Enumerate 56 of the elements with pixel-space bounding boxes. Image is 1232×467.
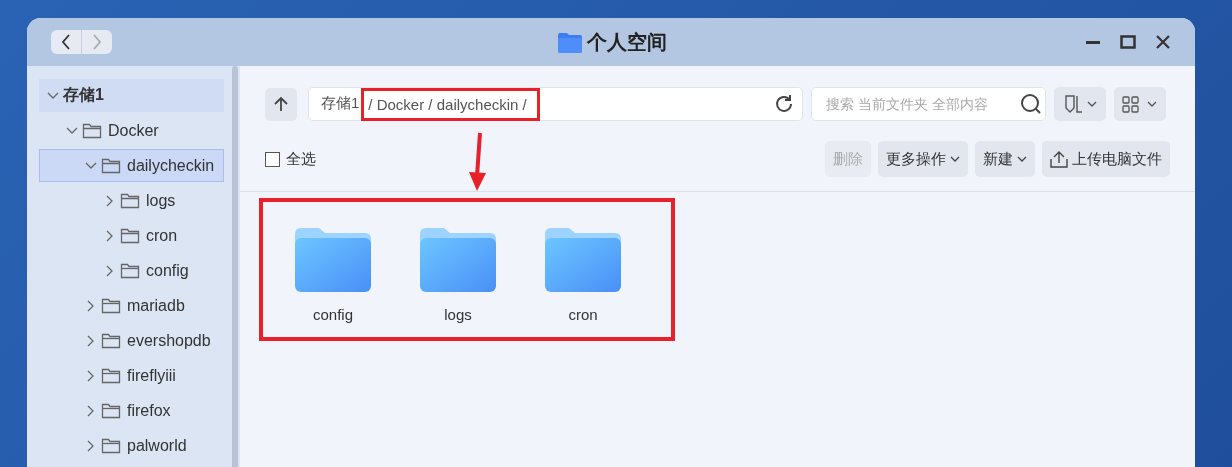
breadcrumb-text[interactable]: / Docker / dailycheckin / [361, 87, 540, 121]
search-field[interactable]: 搜索 当前文件夹 全部内容 [811, 87, 1046, 121]
folder-icon [101, 367, 121, 384]
breadcrumb-text[interactable]: 存储1 [321, 93, 360, 115]
path-field[interactable]: 存储1 / Docker / dailycheckin / [308, 87, 803, 121]
folder-icon [101, 157, 121, 174]
view-mode-button[interactable] [1114, 87, 1166, 121]
chevron-icon [84, 161, 98, 170]
folder-icon [120, 262, 140, 279]
chevron-left-icon [61, 34, 71, 50]
upload-button[interactable]: 上传电脑文件 [1042, 141, 1170, 177]
folder-name[interactable]: cron [568, 306, 598, 323]
tree-item[interactable]: cron [39, 219, 224, 252]
folder-icon [420, 228, 496, 292]
folder-icon [120, 227, 140, 244]
search-icon[interactable] [1020, 93, 1042, 115]
menu-button[interactable]: 更多操作 [878, 141, 968, 177]
close-icon[interactable] [1155, 34, 1171, 50]
tree-item[interactable]: Docker [39, 114, 224, 147]
menu-button[interactable]: 新建 [975, 141, 1035, 177]
chevron-right-icon [92, 34, 102, 50]
sort-button[interactable] [1054, 87, 1106, 121]
maximize-icon[interactable] [1120, 34, 1136, 50]
window-title: 个人空间 [587, 30, 667, 55]
folder-icon [82, 122, 102, 139]
folder-icon [101, 402, 121, 419]
folder-icon [101, 332, 121, 349]
folder-icon [101, 297, 121, 314]
tree-item[interactable]: fireflyiii [39, 359, 224, 392]
folder-icon [295, 228, 371, 292]
chevron-icon [950, 156, 960, 162]
tree-item[interactable]: firefox [39, 394, 224, 427]
tree-item[interactable]: dailycheckin [39, 149, 224, 182]
arrow-up-icon [274, 96, 288, 112]
refresh-icon[interactable] [774, 94, 794, 114]
select-all-label: 全选 [286, 149, 316, 169]
tree-item[interactable]: evershopdb [39, 324, 224, 357]
tree-item[interactable]: config [39, 254, 224, 287]
sort-icon [1063, 94, 1097, 114]
tree-item[interactable]: 存储1 [39, 79, 224, 112]
folder-icon [120, 192, 140, 209]
folder-icon [101, 437, 121, 454]
upload-icon [1050, 150, 1068, 168]
grid-view-icon [1122, 95, 1158, 113]
chevron-icon [65, 126, 79, 135]
tree-item[interactable]: palworld [39, 429, 224, 462]
chevron-icon [46, 91, 60, 100]
folder-icon [557, 31, 583, 54]
folder-name[interactable]: logs [444, 306, 472, 323]
up-button[interactable] [265, 87, 297, 121]
select-all-checkbox[interactable] [265, 151, 280, 167]
tree-item[interactable]: logs [39, 184, 224, 217]
chevron-icon [1017, 156, 1027, 162]
folder-name[interactable]: config [313, 306, 353, 323]
folder-icon [545, 228, 621, 292]
tree-item[interactable]: mariadb [39, 289, 224, 322]
